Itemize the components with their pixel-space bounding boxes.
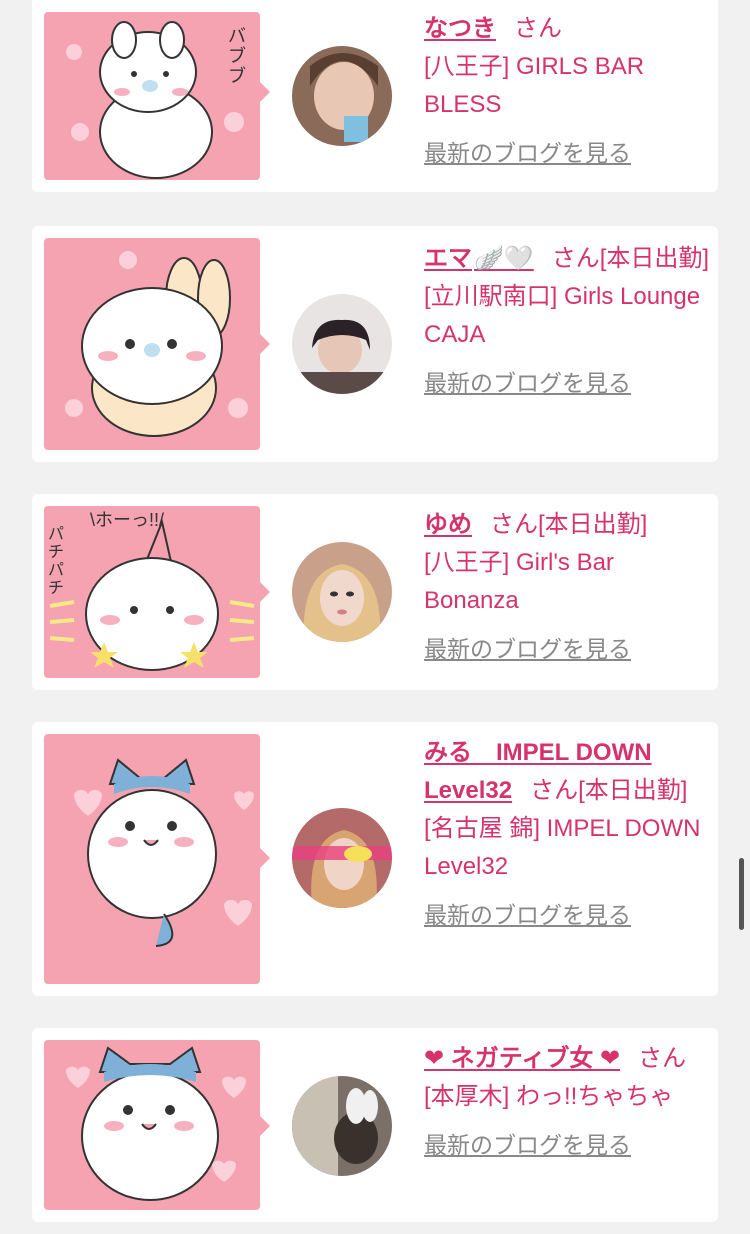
avatar[interactable] [292,1076,392,1176]
work-status: [本日出勤] [538,511,648,538]
sticker-image [44,734,260,984]
sticker-image [44,238,260,450]
avatar-photo [292,1076,392,1176]
cast-info: みる IMPEL DOWN Level32 さん[本日出勤] [名古屋 錦] IM… [424,734,710,935]
avatar[interactable] [292,808,392,908]
sticker-arrow [260,1116,270,1136]
sticker-image: \ホーっ!!/ パチパチ [44,506,260,678]
sticker-arrow [260,582,270,602]
sticker-caption-top: \ホーっ!!/ [90,510,165,530]
shop-name: [本厚木] わっ!!ちゃちゃ [424,1083,674,1110]
sticker-image [44,1040,260,1210]
honorific: さん [638,1045,687,1072]
avatar[interactable] [292,46,392,146]
sticker-caption: バブブ [228,26,246,86]
avatar-photo [292,46,392,146]
sticker-image: バブブ [44,12,260,180]
avatar[interactable] [292,542,392,642]
cast-name-link[interactable]: ❤ ネガティブ女 ❤ [424,1045,620,1072]
chiikawa-sticker-icon [65,251,248,437]
avatar-photo [292,294,392,394]
sticker-arrow [260,82,270,102]
avatar[interactable] [292,294,392,394]
cast-info: ゆめ さん[本日出勤] [八王子] Girl's Bar Bonanza 最新のブ… [424,506,710,669]
blog-link[interactable]: 最新のブログを見る [424,134,631,172]
chiikawa-sticker-icon [66,1046,246,1201]
shop-name: [八王子] Girl's Bar Bonanza [424,549,614,614]
honorific: さん [530,777,579,804]
cast-card[interactable]: バブブ なつき さん [八王子] GIRLS BAR BLESS 最新のブログを見… [32,0,718,192]
chiikawa-sticker-icon [74,758,254,947]
shop-name: [八王子] GIRLS BAR BLESS [424,53,645,118]
avatar-photo [292,542,392,642]
scrollbar[interactable] [739,858,744,930]
cast-card[interactable]: ❤ ネガティブ女 ❤ さん [本厚木] わっ!!ちゃちゃ 最新のブログを見る [32,1028,718,1222]
honorific: さん [490,511,538,538]
blog-link[interactable]: 最新のブログを見る [424,364,631,402]
sticker-arrow [260,334,270,354]
avatar-photo [292,808,392,908]
cast-card[interactable]: みる IMPEL DOWN Level32 さん[本日出勤] [名古屋 錦] IM… [32,722,718,996]
cast-info: なつき さん [八王子] GIRLS BAR BLESS 最新のブログを見る [424,10,710,173]
sticker-caption-side: パチパチ [48,526,65,597]
cast-card[interactable]: \ホーっ!!/ パチパチ ゆめ さん[本日出勤] [八王子] Girl's Bar… [32,494,718,690]
cast-card[interactable]: エマ🪽🤍 さん[本日出勤] [立川駅南口] Girls Lounge CAJA 最… [32,226,718,462]
cast-name-link[interactable]: なつき [424,15,496,42]
honorific: さん [551,245,600,272]
wing-heart-emoji: 🪽🤍 [474,245,534,272]
blog-link[interactable]: 最新のブログを見る [424,1126,631,1164]
blog-link[interactable]: 最新のブログを見る [424,896,631,934]
cast-name-link[interactable]: ゆめ [424,511,472,538]
blog-link[interactable]: 最新のブログを見る [424,630,631,668]
cast-info: エマ🪽🤍 さん[本日出勤] [立川駅南口] Girls Lounge CAJA 最… [424,240,710,403]
cast-info: ❤ ネガティブ女 ❤ さん [本厚木] わっ!!ちゃちゃ 最新のブログを見る [424,1040,710,1165]
work-status: [本日出勤] [599,245,710,272]
work-status: [本日出勤] [578,777,688,804]
shop-name: [立川駅南口] Girls Lounge CAJA [424,283,701,348]
shop-name: [名古屋 錦] IMPEL DOWN Level32 [424,815,701,880]
honorific: さん [514,15,562,42]
sticker-arrow [260,848,270,868]
cast-name-link[interactable]: エマ🪽🤍 [424,245,534,272]
